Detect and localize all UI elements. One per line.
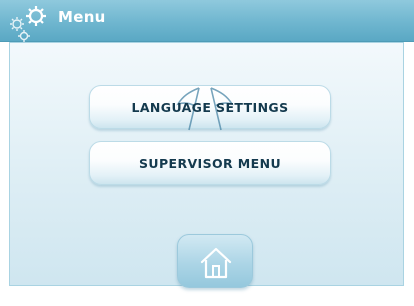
gear-icon [6,3,52,43]
language-settings-label: LANGUAGE SETTINGS [131,99,289,115]
supervisor-menu-button[interactable]: SUPERVISOR MENU [89,141,331,185]
language-settings-button[interactable]: LANGUAGE SETTINGS [89,85,331,129]
menu-screen: Menu LANGUAGE SETTINGS SUPERVISOR MENU [0,0,414,306]
page-title: Menu [58,8,106,26]
supervisor-menu-label: SUPERVISOR MENU [139,155,281,171]
home-button[interactable] [177,234,253,288]
header-bar: Menu [0,0,414,42]
